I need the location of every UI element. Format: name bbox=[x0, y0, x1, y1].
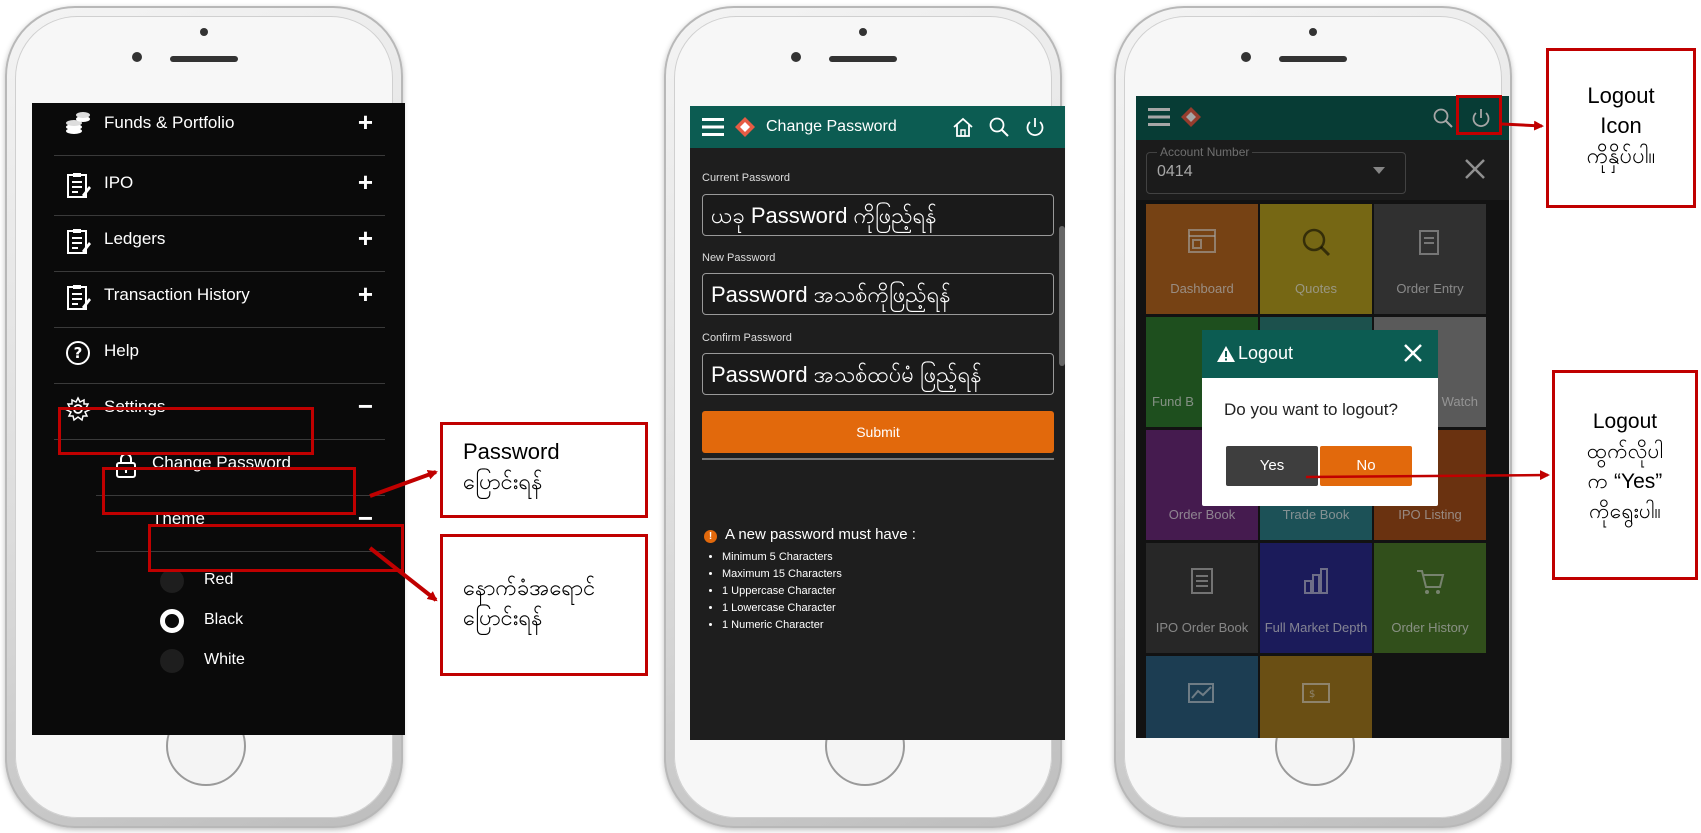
current-password-field[interactable]: ယခု Password ကိုဖြည့်ရန် bbox=[702, 194, 1054, 236]
callout-logout-icon: Logout Icon ကိုနှိပ်ပါ။ bbox=[1546, 48, 1696, 208]
close-icon[interactable] bbox=[1402, 342, 1424, 364]
clipboard-icon bbox=[67, 285, 91, 310]
new-password-field[interactable]: Password အသစ်ကိုဖြည့်ရန် bbox=[702, 273, 1054, 315]
warning-icon bbox=[1217, 346, 1235, 362]
hamburger-menu-icon[interactable] bbox=[702, 118, 724, 136]
callout-line: ထွက်လိုပါ bbox=[1586, 440, 1664, 463]
callout-line: ပြောင်းရန် bbox=[463, 469, 543, 494]
clipboard-icon bbox=[67, 229, 91, 254]
rule-item: 1 Lowercase Character bbox=[722, 600, 916, 617]
radio-button[interactable] bbox=[160, 569, 184, 593]
app-logo-icon bbox=[735, 117, 755, 137]
logout-yes-button[interactable]: Yes bbox=[1226, 446, 1318, 486]
coins-icon bbox=[66, 112, 90, 134]
collapse-minus-icon[interactable]: − bbox=[358, 391, 373, 422]
menu-label: Ledgers bbox=[104, 229, 166, 248]
dialog-title: Logout bbox=[1238, 343, 1294, 363]
theme-highlight bbox=[148, 524, 404, 572]
menu-item-funds-portfolio[interactable]: Funds & Portfolio + bbox=[54, 103, 385, 156]
menu-item-ipo[interactable]: IPO + bbox=[54, 155, 385, 216]
new-password-label: New Password bbox=[702, 252, 776, 264]
expand-plus-icon[interactable]: + bbox=[358, 223, 373, 254]
callout-line: Logout bbox=[1592, 410, 1658, 433]
menu-label: Transaction History bbox=[104, 285, 250, 304]
rule-item: 1 Uppercase Character bbox=[722, 583, 916, 600]
callout-line: Logout bbox=[1587, 83, 1655, 108]
phone-speaker bbox=[170, 56, 238, 62]
phone-camera bbox=[1241, 52, 1251, 62]
rules-list: Minimum 5 Characters Maximum 15 Characte… bbox=[704, 549, 916, 634]
scrollbar[interactable] bbox=[1059, 226, 1065, 366]
submit-button[interactable]: Submit bbox=[702, 411, 1054, 453]
phone-speaker bbox=[829, 56, 897, 62]
menu-label: Funds & Portfolio bbox=[104, 113, 235, 132]
theme-option-label: Black bbox=[204, 611, 244, 628]
expand-plus-icon[interactable]: + bbox=[358, 107, 373, 138]
clipboard-icon bbox=[67, 173, 91, 198]
svg-text:?: ? bbox=[74, 344, 83, 362]
callout-line: နောက်ခံအရောင် bbox=[463, 575, 596, 600]
dialog-header: Logout bbox=[1202, 330, 1438, 378]
radio-button[interactable] bbox=[160, 649, 184, 673]
info-icon: ! bbox=[704, 530, 717, 543]
radio-button-selected[interactable] bbox=[160, 609, 184, 633]
password-rules: ! A new password must have : Minimum 5 Ch… bbox=[704, 526, 916, 634]
callout-line: ကိုရွေးပါ။ bbox=[1589, 500, 1661, 523]
menu-label: IPO bbox=[104, 173, 134, 192]
callout-line: ကိုနှိပ်ပါ။ bbox=[1586, 143, 1656, 168]
callout-line: Icon bbox=[1600, 113, 1642, 138]
phone-speaker bbox=[1279, 56, 1347, 62]
app-header: Change Password bbox=[690, 106, 1065, 148]
menu-label: Help bbox=[104, 341, 139, 360]
confirm-password-label: Confirm Password bbox=[702, 332, 792, 344]
home-icon[interactable] bbox=[952, 116, 974, 138]
dashboard-screen: Account Number 0414 Dashboard Quotes Ord… bbox=[1136, 96, 1509, 738]
phone-sensor bbox=[1309, 28, 1317, 36]
logout-icon-highlight bbox=[1456, 95, 1502, 135]
callout-line: ပြောင်းရန် bbox=[463, 605, 543, 630]
logout-dialog: Logout Do you want to logout? Yes No bbox=[1202, 330, 1438, 506]
page-title: Change Password bbox=[766, 118, 897, 135]
menu-item-help[interactable]: ? Help bbox=[54, 323, 385, 384]
theme-option-label: White bbox=[204, 651, 245, 668]
help-icon: ? bbox=[66, 341, 90, 365]
settings-highlight bbox=[58, 407, 314, 455]
change-password-highlight bbox=[102, 467, 356, 515]
phone-camera bbox=[132, 52, 142, 62]
callout-line: က “Yes” bbox=[1587, 470, 1663, 493]
expand-plus-icon[interactable]: + bbox=[358, 279, 373, 310]
current-password-label: Current Password bbox=[702, 172, 791, 184]
rule-item: 1 Numeric Character bbox=[722, 617, 916, 634]
confirm-password-field[interactable]: Password အသစ်ထပ်မံ ဖြည့်ရန် bbox=[702, 353, 1054, 395]
phone-sensor bbox=[200, 28, 208, 36]
rule-item: Maximum 15 Characters bbox=[722, 566, 916, 583]
rules-title-text: A new password must have : bbox=[725, 526, 916, 543]
rules-title: ! A new password must have : bbox=[704, 526, 916, 543]
callout-theme: နောက်ခံအရောင် ပြောင်းရန် bbox=[440, 534, 648, 676]
phone-camera bbox=[791, 52, 801, 62]
menu-item-transaction-history[interactable]: Transaction History + bbox=[54, 267, 385, 328]
theme-option-label: Red bbox=[204, 571, 234, 588]
callout-logout-yes: Logout ထွက်လိုပါ က “Yes” ကိုရွေးပါ။ bbox=[1552, 370, 1698, 580]
dialog-message: Do you want to logout? bbox=[1224, 400, 1398, 419]
callout-change-password: Password ပြောင်းရန် bbox=[440, 422, 648, 518]
search-icon[interactable] bbox=[988, 116, 1010, 138]
phone-sensor bbox=[859, 28, 867, 36]
change-password-screen: Change Password Current Password ယခု Pas… bbox=[690, 106, 1065, 740]
power-logout-icon[interactable] bbox=[1024, 116, 1046, 138]
divider bbox=[702, 458, 1054, 460]
expand-plus-icon[interactable]: + bbox=[358, 167, 373, 198]
rule-item: Minimum 5 Characters bbox=[722, 549, 916, 566]
logout-no-button[interactable]: No bbox=[1320, 446, 1412, 486]
callout-line: Password bbox=[463, 439, 560, 464]
menu-item-ledgers[interactable]: Ledgers + bbox=[54, 211, 385, 272]
